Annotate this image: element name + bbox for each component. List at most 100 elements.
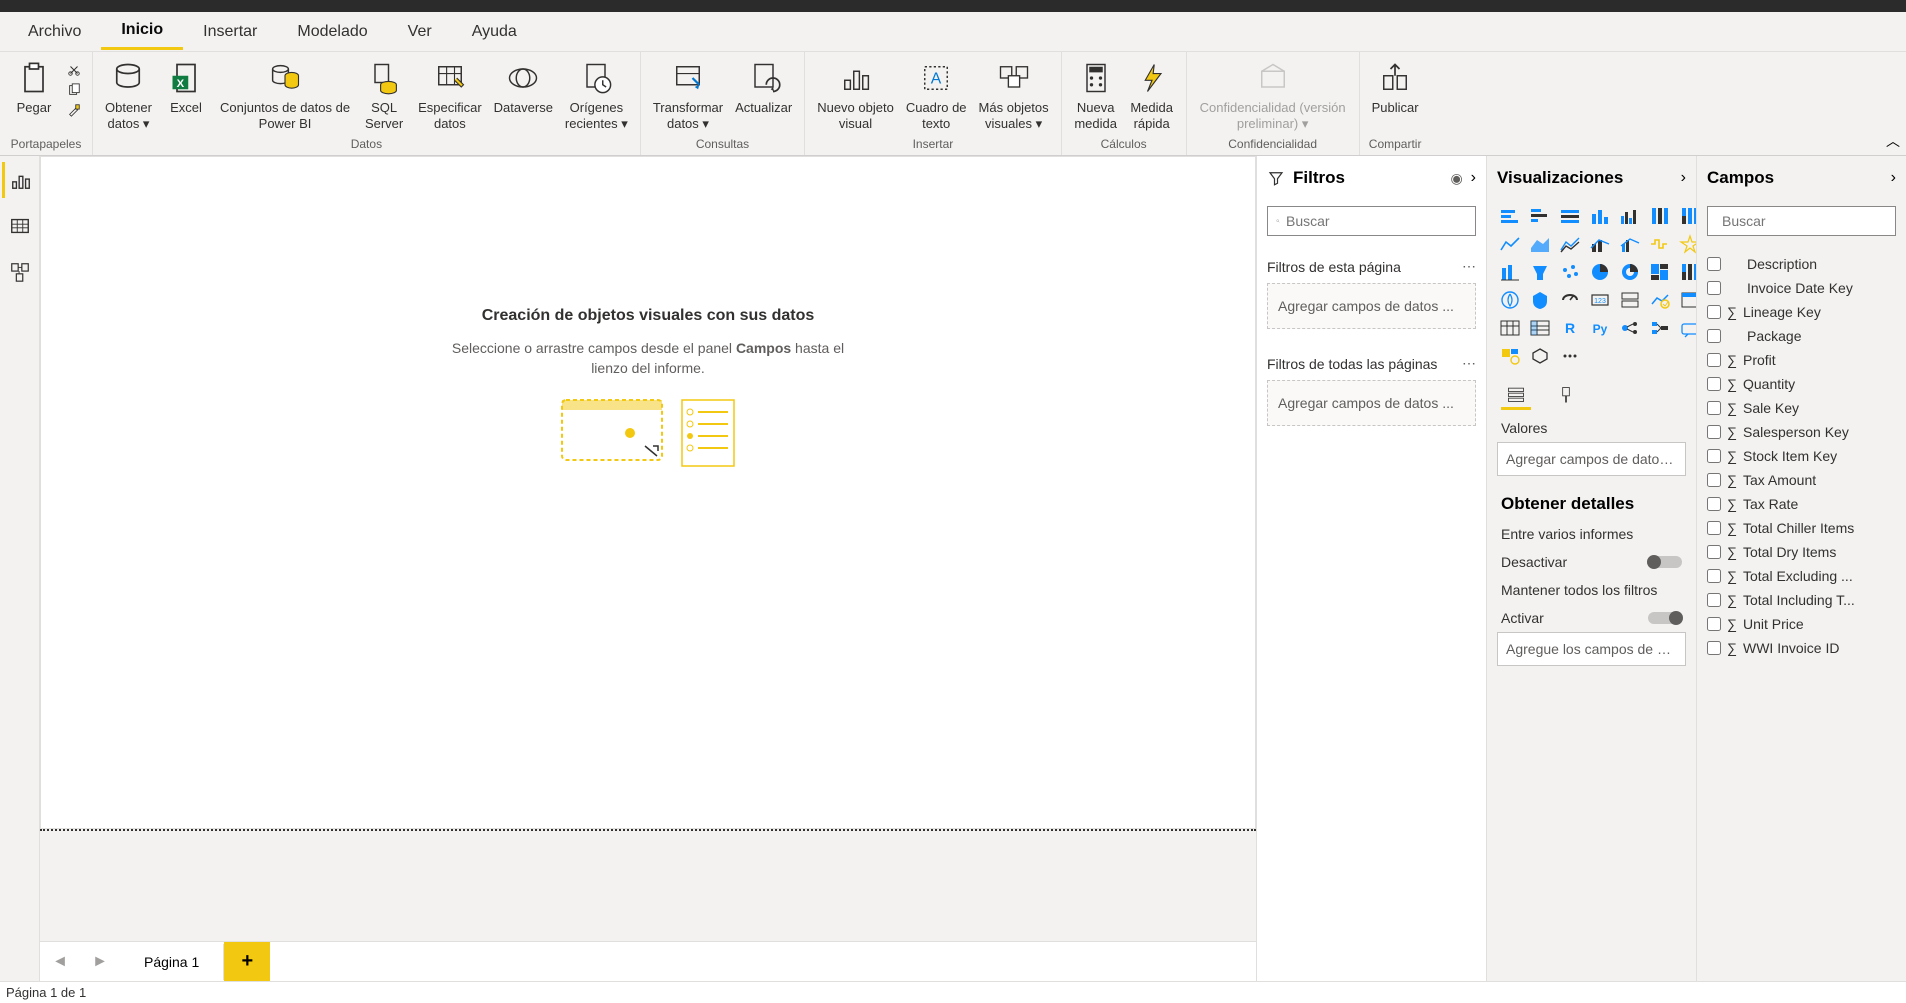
viz-python-visual[interactable] xyxy=(1497,316,1523,340)
field-item[interactable]: ∑Sale Key xyxy=(1705,396,1898,420)
viz-multi-row-card[interactable] xyxy=(1527,288,1553,312)
viz-line-column[interactable] xyxy=(1587,232,1613,256)
model-view-button[interactable] xyxy=(2,254,38,290)
field-item[interactable]: Package xyxy=(1705,324,1898,348)
viz-card[interactable] xyxy=(1497,288,1523,312)
drill-fields-drop[interactable]: Agregue los campos de ob... xyxy=(1497,632,1686,666)
viz-clustered-bar[interactable] xyxy=(1527,204,1553,228)
viz-matrix[interactable] xyxy=(1647,288,1673,312)
dataverse-button[interactable]: Dataverse xyxy=(488,56,559,135)
menu-tab-ver[interactable]: Ver xyxy=(388,15,452,49)
values-drop[interactable]: Agregar campos de datos a... xyxy=(1497,442,1686,476)
field-checkbox[interactable] xyxy=(1707,521,1721,535)
viz-collapse-button[interactable]: › xyxy=(1681,169,1686,187)
viz-stacked-column[interactable] xyxy=(1587,204,1613,228)
field-item[interactable]: ∑Lineage Key xyxy=(1705,300,1898,324)
field-item[interactable]: Description xyxy=(1705,252,1898,276)
cross-report-toggle[interactable] xyxy=(1648,556,1682,568)
field-item[interactable]: ∑WWI Invoice ID xyxy=(1705,636,1898,660)
field-checkbox[interactable] xyxy=(1707,545,1721,559)
viz-decomposition-tree[interactable]: R xyxy=(1557,316,1583,340)
filters-collapse-button[interactable]: › xyxy=(1471,169,1476,187)
menu-tab-modelado[interactable]: Modelado xyxy=(277,15,387,49)
viz-donut[interactable] xyxy=(1527,260,1553,284)
viz-slicer[interactable]: 123 xyxy=(1587,288,1613,312)
viz-area[interactable] xyxy=(1527,232,1553,256)
all-pages-filters-drop[interactable]: Agregar campos de datos ... xyxy=(1267,380,1476,426)
copy-button[interactable] xyxy=(64,82,84,98)
page-filters-more-button[interactable]: ⋯ xyxy=(1462,258,1476,275)
field-item[interactable]: ∑Total Including T... xyxy=(1705,588,1898,612)
field-item[interactable]: ∑Total Chiller Items xyxy=(1705,516,1898,540)
viz-table[interactable] xyxy=(1617,288,1643,312)
field-item[interactable]: ∑Quantity xyxy=(1705,372,1898,396)
field-item[interactable]: ∑Total Excluding ... xyxy=(1705,564,1898,588)
field-item[interactable]: Invoice Date Key xyxy=(1705,276,1898,300)
refresh-button[interactable]: Actualizar xyxy=(729,56,798,135)
menu-tab-inicio[interactable]: Inicio xyxy=(101,13,183,50)
viz-stacked-bar[interactable] xyxy=(1497,204,1523,228)
field-item[interactable]: ∑Total Dry Items xyxy=(1705,540,1898,564)
viz-clustered-column[interactable] xyxy=(1617,204,1643,228)
sql-server-button[interactable]: SQL Server xyxy=(356,56,412,135)
viz-stacked-area[interactable] xyxy=(1557,232,1583,256)
field-item[interactable]: ∑Unit Price xyxy=(1705,612,1898,636)
field-item[interactable]: ∑Tax Amount xyxy=(1705,468,1898,492)
excel-button[interactable]: X Excel xyxy=(158,56,214,135)
all-pages-filters-more-button[interactable]: ⋯ xyxy=(1462,355,1476,372)
viz-waterfall[interactable] xyxy=(1647,232,1673,256)
recent-sources-button[interactable]: Orígenes recientes ▾ xyxy=(559,56,634,135)
filters-search[interactable] xyxy=(1267,206,1476,236)
add-page-button[interactable]: + xyxy=(224,942,270,982)
viz-fields-tab[interactable] xyxy=(1501,380,1531,410)
new-measure-button[interactable]: Nueva medida xyxy=(1068,56,1124,135)
field-item[interactable]: ∑Profit xyxy=(1705,348,1898,372)
field-checkbox[interactable] xyxy=(1707,281,1721,295)
viz-smart-narrative[interactable] xyxy=(1617,316,1643,340)
field-checkbox[interactable] xyxy=(1707,401,1721,415)
field-checkbox[interactable] xyxy=(1707,641,1721,655)
quick-measure-button[interactable]: Medida rápida xyxy=(1124,56,1180,135)
field-checkbox[interactable] xyxy=(1707,569,1721,583)
paste-button[interactable]: Pegar xyxy=(6,56,62,135)
data-view-button[interactable] xyxy=(2,208,38,244)
viz-format-tab[interactable] xyxy=(1551,380,1581,410)
field-checkbox[interactable] xyxy=(1707,425,1721,439)
field-item[interactable]: ∑Tax Rate xyxy=(1705,492,1898,516)
viz-stacked-bar-100[interactable] xyxy=(1557,204,1583,228)
menu-tab-insertar[interactable]: Insertar xyxy=(183,15,277,49)
page-prev-button[interactable]: ◄ xyxy=(40,942,80,982)
fields-collapse-button[interactable]: › xyxy=(1891,169,1896,187)
fields-search[interactable] xyxy=(1707,206,1896,236)
viz-paginated[interactable] xyxy=(1647,316,1673,340)
page-filters-drop[interactable]: Agregar campos de datos ... xyxy=(1267,283,1476,329)
viz-kpi[interactable] xyxy=(1557,288,1583,312)
pbi-datasets-button[interactable]: Conjuntos de datos de Power BI xyxy=(214,56,356,135)
keep-filters-toggle[interactable] xyxy=(1648,612,1682,624)
viz-treemap[interactable] xyxy=(1557,260,1583,284)
field-checkbox[interactable] xyxy=(1707,449,1721,463)
enter-data-button[interactable]: Especificar datos xyxy=(412,56,488,135)
field-checkbox[interactable] xyxy=(1707,593,1721,607)
field-checkbox[interactable] xyxy=(1707,305,1721,319)
viz-item-37[interactable] xyxy=(1557,344,1583,368)
cut-button[interactable] xyxy=(64,62,84,78)
viz-item-36[interactable] xyxy=(1527,344,1553,368)
collapse-ribbon-button[interactable]: ︿ xyxy=(1886,131,1900,151)
viz-pie[interactable] xyxy=(1497,260,1523,284)
fields-search-input[interactable] xyxy=(1722,213,1903,229)
more-visuals-button[interactable]: Más objetos visuales ▾ xyxy=(973,56,1055,135)
viz-qa[interactable]: Py xyxy=(1587,316,1613,340)
field-item[interactable]: ∑Stock Item Key xyxy=(1705,444,1898,468)
menu-tab-ayuda[interactable]: Ayuda xyxy=(452,15,537,49)
viz-map[interactable] xyxy=(1587,260,1613,284)
viz-item-35[interactable] xyxy=(1497,344,1523,368)
viz-line[interactable] xyxy=(1497,232,1523,256)
field-item[interactable]: ∑Salesperson Key xyxy=(1705,420,1898,444)
menu-tab-archivo[interactable]: Archivo xyxy=(8,15,101,49)
field-checkbox[interactable] xyxy=(1707,473,1721,487)
viz-filled-map[interactable] xyxy=(1617,260,1643,284)
transform-data-button[interactable]: Transformar datos ▾ xyxy=(647,56,729,135)
field-checkbox[interactable] xyxy=(1707,617,1721,631)
field-checkbox[interactable] xyxy=(1707,377,1721,391)
